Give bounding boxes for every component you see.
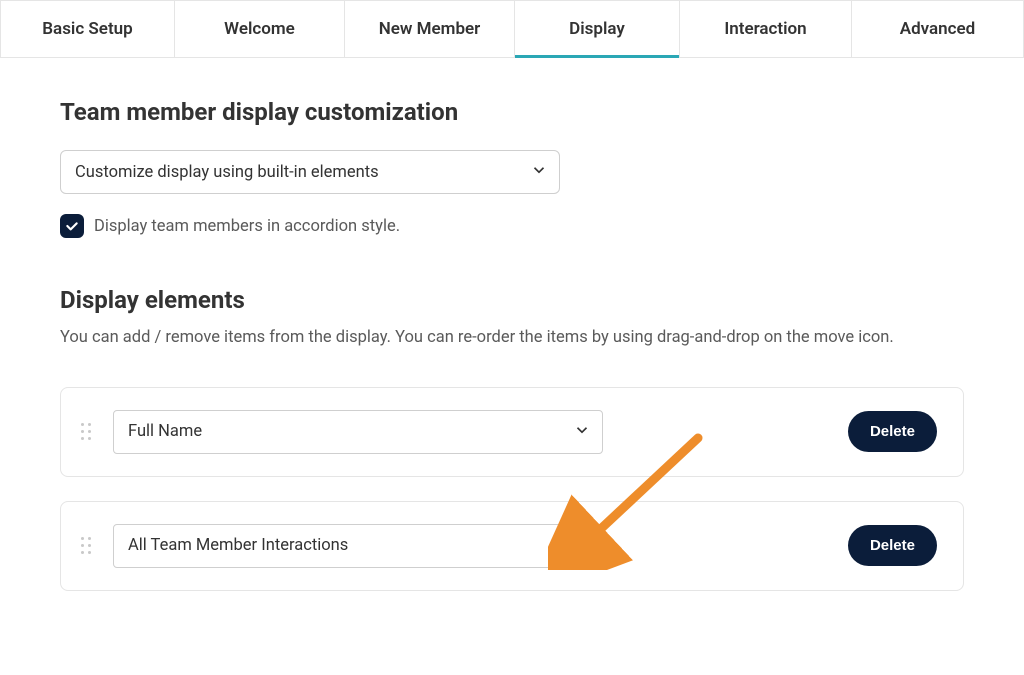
element-type-select[interactable]: Full Name [113,410,603,454]
elements-description: You can add / remove items from the disp… [60,326,964,351]
delete-button[interactable]: Delete [848,525,937,566]
elements-title: Display elements [60,286,964,314]
accordion-checkbox[interactable] [60,214,84,238]
tab-welcome[interactable]: Welcome [175,0,345,57]
tab-display[interactable]: Display [515,0,680,57]
accordion-checkbox-label: Display team members in accordion style. [94,217,400,236]
content-area: Team member display customization Custom… [0,58,1024,675]
tab-new-member[interactable]: New Member [345,0,515,57]
tab-advanced[interactable]: Advanced [852,0,1024,57]
element-type-value: All Team Member Interactions [128,536,348,555]
display-mode-value: Customize display using built-in element… [75,163,379,182]
drag-handle-icon[interactable] [81,537,95,554]
customization-title: Team member display customization [60,98,964,126]
display-element-row: All Team Member Interactions Delete [60,501,964,591]
tab-basic-setup[interactable]: Basic Setup [0,0,175,57]
tabs-bar: Basic SetupWelcomeNew MemberDisplayInter… [0,0,1024,58]
display-mode-select[interactable]: Customize display using built-in element… [60,150,560,194]
drag-handle-icon[interactable] [81,423,95,440]
delete-button[interactable]: Delete [848,411,937,452]
tab-interaction[interactable]: Interaction [680,0,852,57]
element-type-value: Full Name [128,422,202,441]
element-type-select[interactable]: All Team Member Interactions [113,524,603,568]
accordion-checkbox-row: Display team members in accordion style. [60,214,964,238]
display-element-row: Full Name Delete [60,387,964,477]
